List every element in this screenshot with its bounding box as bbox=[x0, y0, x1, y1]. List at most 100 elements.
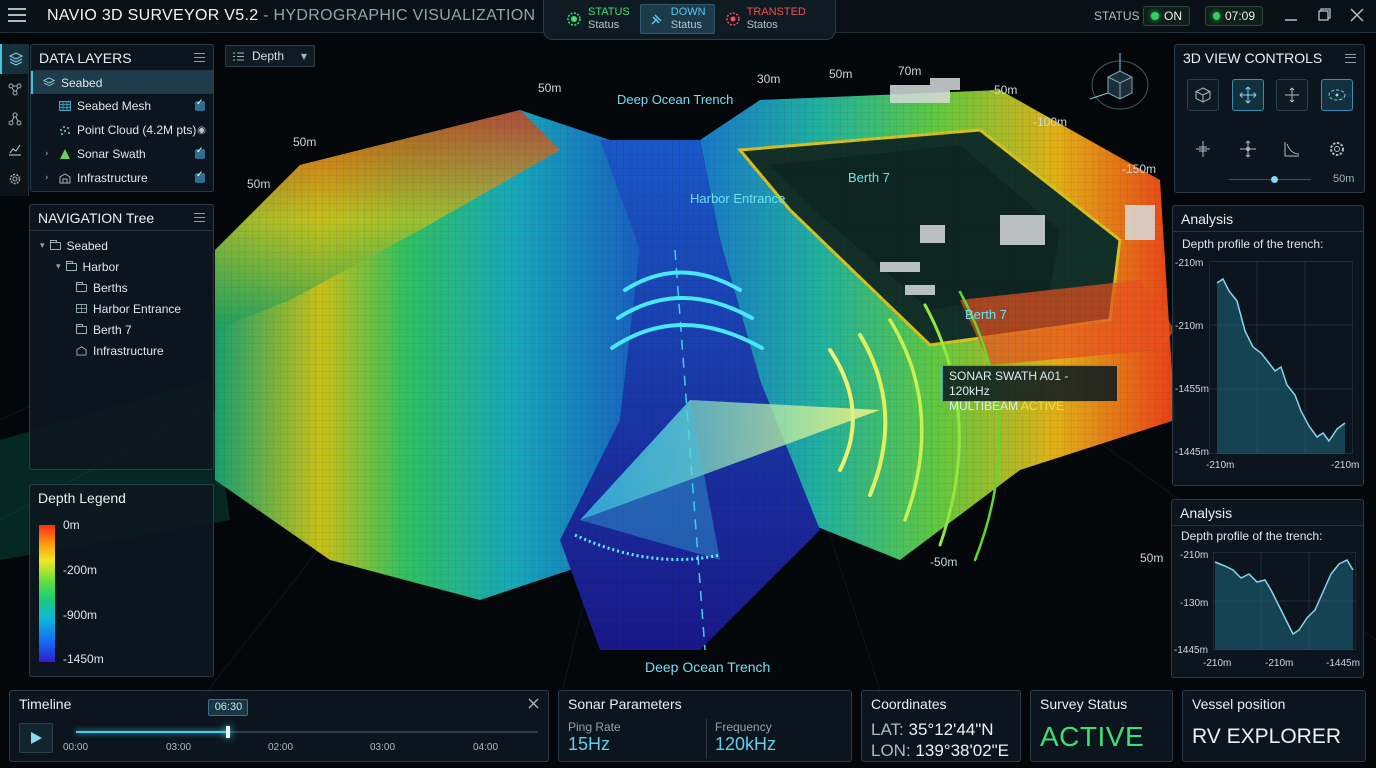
expand-chevron-icon[interactable]: › bbox=[45, 173, 49, 183]
navigation-tree-menu-icon[interactable] bbox=[194, 213, 205, 222]
view-controls-panel: 3D VIEW CONTROLS 50m bbox=[1174, 44, 1365, 193]
close-window-icon[interactable] bbox=[1350, 8, 1364, 22]
status-toggle-label: ON bbox=[1164, 9, 1182, 23]
tab-status-sub: Status bbox=[588, 19, 620, 31]
minimize-icon[interactable] bbox=[1284, 8, 1298, 22]
depth-mark: 30m bbox=[757, 72, 781, 86]
play-button[interactable] bbox=[19, 723, 53, 753]
tree-item-label: Seabed bbox=[66, 238, 108, 253]
sonar-parameters-title: Sonar Parameters bbox=[568, 696, 682, 712]
zoom-slider-thumb[interactable] bbox=[1271, 176, 1279, 183]
list-icon bbox=[233, 52, 244, 60]
vessel-position-panel: Vessel position RV EXPLORER bbox=[1182, 690, 1366, 762]
depth-mark: -100m bbox=[1033, 115, 1068, 129]
app-title: NAVIO 3D SURVEYOR V5.2 - HYDROGRAPHIC VI… bbox=[47, 7, 535, 25]
ping-rate-value: 15Hz bbox=[568, 734, 611, 754]
status-toggle[interactable]: ON bbox=[1143, 6, 1190, 26]
layer-checkbox[interactable] bbox=[195, 170, 205, 183]
visibility-eye-icon[interactable]: ◉ bbox=[197, 125, 206, 136]
layer-item-sonar-swath[interactable]: › Sonar Swath bbox=[31, 142, 213, 166]
depth-mark: 50m bbox=[1140, 551, 1164, 565]
chevron-down-icon: ▼ bbox=[300, 51, 307, 61]
status-tabs: STATUS Status DOWN Status TRANSTED Statos bbox=[543, 0, 836, 40]
layer-checkbox[interactable] bbox=[195, 98, 205, 111]
tree-item-infrastructure[interactable]: Infrastructure bbox=[30, 340, 213, 361]
network-icon[interactable] bbox=[0, 74, 29, 104]
longitude-label: LON: bbox=[871, 741, 911, 760]
maximize-icon[interactable] bbox=[1317, 8, 1331, 22]
latitude-value: 35°12'44"N bbox=[908, 720, 994, 739]
folder-icon bbox=[65, 260, 77, 271]
collapse-chevron-icon[interactable]: ▾ bbox=[40, 241, 45, 251]
tab-down[interactable]: DOWN Status bbox=[639, 4, 715, 34]
nodes-icon[interactable] bbox=[0, 104, 29, 134]
view-controls-menu-icon[interactable] bbox=[1345, 53, 1356, 63]
layer-item-seabed-mesh[interactable]: Seabed Mesh bbox=[31, 94, 213, 118]
depth-profile-chart-top bbox=[1209, 261, 1353, 454]
tree-item-seabed[interactable]: ▾ Seabed bbox=[30, 235, 213, 256]
tab-transted[interactable]: TRANSTED Statos bbox=[717, 4, 814, 34]
y-axis-label: -1445m bbox=[1174, 645, 1208, 656]
tree-item-label: Berth 7 bbox=[93, 322, 132, 337]
zoom-slider[interactable] bbox=[1229, 176, 1311, 183]
view-mode-dropdown[interactable]: Depth ▼ bbox=[225, 45, 315, 67]
settings-icon[interactable] bbox=[0, 164, 29, 194]
data-layers-header: DATA LAYERS bbox=[31, 45, 213, 71]
vessel-name: RV EXPLORER bbox=[1192, 725, 1341, 748]
layer-label: Seabed Mesh bbox=[77, 99, 152, 113]
zoom-label: 50m bbox=[1333, 173, 1355, 185]
tree-item-harbor-entrance[interactable]: Harbor Entrance bbox=[30, 298, 213, 319]
tree-item-harbor[interactable]: ▾ Harbor bbox=[30, 256, 213, 277]
timeline-panel: Timeline 06:30 00:00 03:00 02:00 03:00 0… bbox=[9, 690, 549, 762]
tree-item-label: Berths bbox=[93, 280, 128, 295]
navigation-tree-title: NAVIGATION Tree bbox=[38, 209, 155, 226]
move-button[interactable] bbox=[1232, 79, 1264, 111]
cube-icon bbox=[1195, 87, 1211, 103]
chart-icon[interactable] bbox=[0, 134, 29, 164]
sonar-icon bbox=[60, 149, 70, 159]
depth-mark: 50m bbox=[247, 177, 271, 191]
orbit-button[interactable] bbox=[1321, 79, 1353, 111]
depth-mark: 70m bbox=[898, 64, 922, 78]
layer-checkbox[interactable] bbox=[195, 146, 205, 159]
expand-chevron-icon[interactable]: › bbox=[45, 149, 49, 159]
sonar-callout-status: ACTIVE bbox=[1020, 399, 1065, 413]
tree-item-label: Harbor Entrance bbox=[93, 301, 182, 316]
layer-item-point-cloud[interactable]: Point Cloud (4.2M pts) ◉ bbox=[31, 118, 213, 142]
close-icon[interactable] bbox=[528, 698, 539, 709]
tree-item-berth-7[interactable]: Berth 7 bbox=[30, 319, 213, 340]
x-axis-label: -210m bbox=[1203, 658, 1232, 669]
timeline-playhead[interactable] bbox=[226, 726, 231, 738]
depth-legend-title: Depth Legend bbox=[38, 490, 126, 506]
layer-item-infrastructure[interactable]: › Infrastructure bbox=[31, 166, 213, 190]
survey-status-title: Survey Status bbox=[1040, 696, 1128, 712]
status-label: STATUS bbox=[1094, 9, 1140, 23]
x-axis-label: -210m bbox=[1206, 460, 1235, 471]
x-axis-label: -210m bbox=[1331, 460, 1360, 471]
height-button[interactable] bbox=[1187, 133, 1219, 165]
y-axis-label: -130m bbox=[1180, 598, 1209, 609]
cube-view-button[interactable] bbox=[1187, 79, 1219, 111]
left-icon-rail bbox=[0, 44, 29, 196]
analysis-top-caption: Depth profile of the trench: bbox=[1182, 237, 1324, 251]
pan-button[interactable] bbox=[1276, 79, 1308, 111]
center-button[interactable] bbox=[1232, 133, 1264, 165]
data-layers-menu-icon[interactable] bbox=[194, 53, 205, 62]
layers-icon[interactable] bbox=[0, 44, 29, 74]
tree-item-berths[interactable]: Berths bbox=[30, 277, 213, 298]
layer-root-seabed[interactable]: Seabed bbox=[31, 71, 213, 94]
satellite-icon bbox=[651, 14, 662, 25]
depth-profile-chart-bottom bbox=[1213, 552, 1356, 650]
settings-button[interactable] bbox=[1321, 133, 1353, 165]
tab-status[interactable]: STATUS Status bbox=[558, 4, 638, 34]
menu-icon[interactable] bbox=[8, 8, 26, 22]
timeline-progress bbox=[76, 731, 229, 733]
clock: 07:09 bbox=[1205, 6, 1263, 26]
navigation-tree-header: NAVIGATION Tree bbox=[30, 205, 213, 231]
timeline-track[interactable] bbox=[76, 726, 538, 738]
building-icon bbox=[59, 173, 71, 184]
collapse-chevron-icon[interactable]: ▾ bbox=[56, 262, 61, 272]
sonar-callout: SONAR SWATH A01 - 120kHz MULTIBEAM ACTIV… bbox=[942, 365, 1118, 413]
data-layers-title: DATA LAYERS bbox=[39, 49, 132, 66]
slope-button[interactable] bbox=[1276, 133, 1308, 165]
